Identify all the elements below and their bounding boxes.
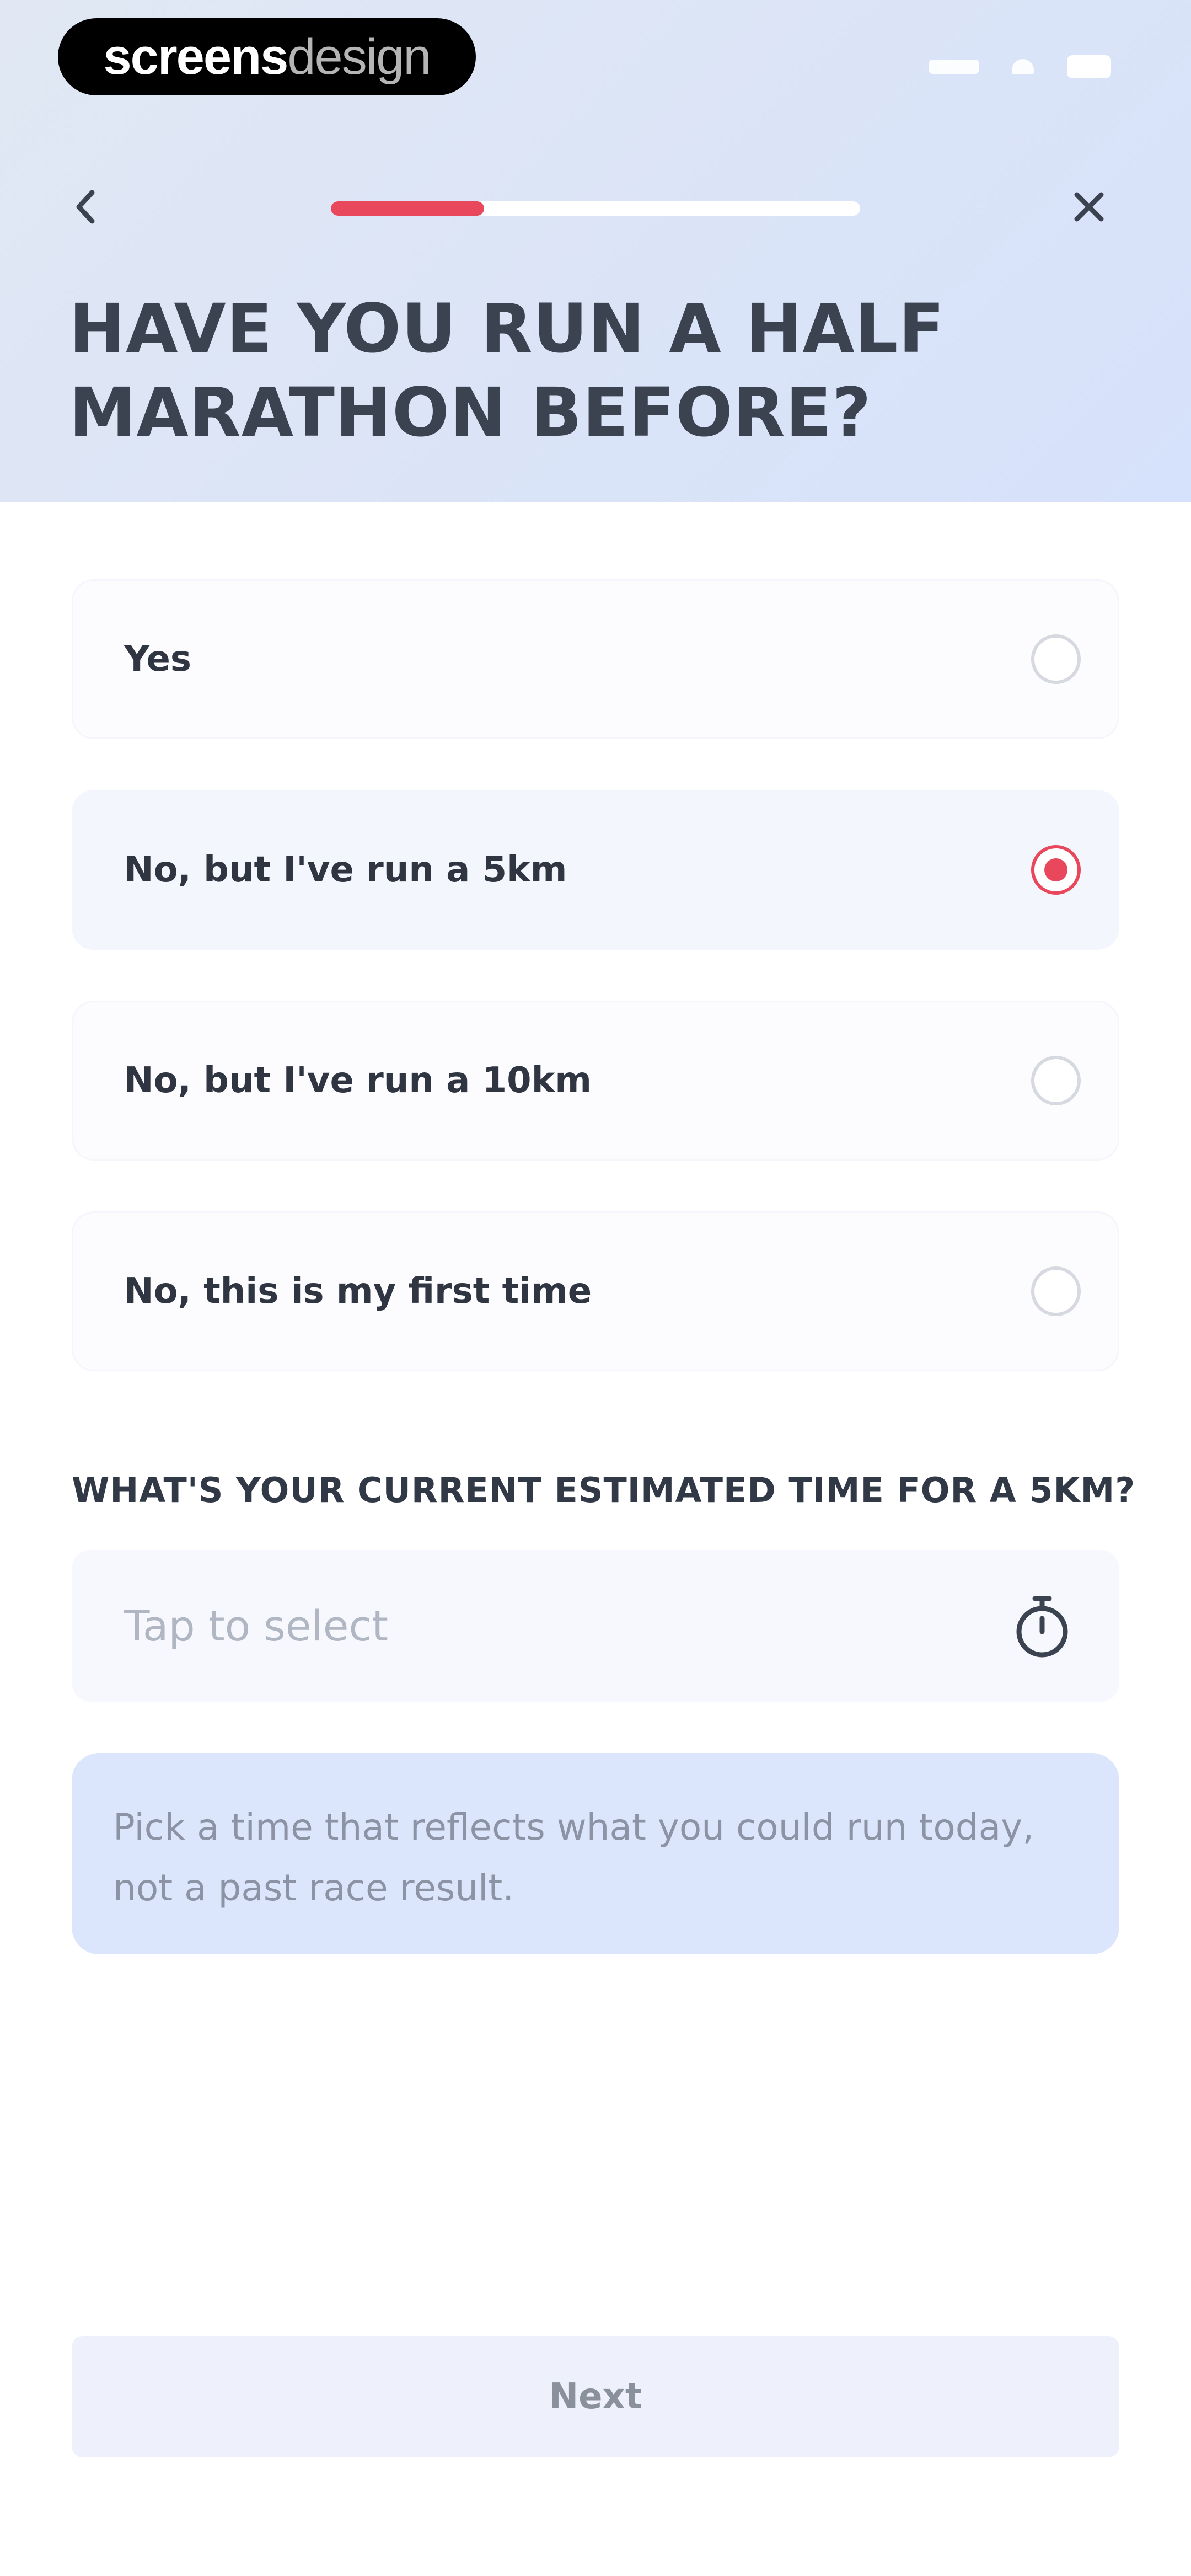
radio-button[interactable] — [1031, 1056, 1081, 1105]
stopwatch-icon — [1009, 1593, 1075, 1659]
radio-button[interactable] — [1031, 845, 1081, 895]
page-title: HAVE YOU RUN A HALF MARATHON BEFORE? — [69, 290, 945, 452]
brand-part-1: screens — [103, 28, 289, 85]
radio-button[interactable] — [1031, 634, 1081, 684]
progress-fill — [331, 201, 485, 216]
options-list: Yes No, but I've run a 5km No, but I've … — [72, 579, 1119, 1422]
time-select-field[interactable]: Tap to select — [72, 1550, 1119, 1702]
option-label: Yes — [124, 639, 191, 680]
signal-icon — [929, 60, 979, 74]
brand-watermark: screens design — [58, 18, 476, 95]
option-first-time[interactable]: No, this is my first time — [72, 1211, 1119, 1371]
screen: screens design HAVE YOU RUN A HALF MARATH… — [0, 0, 1191, 2576]
option-5km[interactable]: No, but I've run a 5km — [72, 790, 1119, 950]
option-10km[interactable]: No, but I've run a 10km — [72, 1001, 1119, 1161]
radio-selected-dot — [1044, 858, 1067, 881]
progress-bar — [331, 201, 860, 216]
brand-part-2: design — [287, 28, 431, 85]
time-question-label: WHAT'S YOUR CURRENT ESTIMATED TIME FOR A… — [72, 1470, 1136, 1510]
option-label: No, but I've run a 10km — [124, 1060, 592, 1101]
option-label: No, but I've run a 5km — [124, 849, 567, 890]
chevron-left-icon — [76, 190, 95, 224]
radio-button[interactable] — [1031, 1266, 1081, 1316]
status-bar — [929, 55, 1111, 78]
battery-icon — [1067, 55, 1111, 78]
option-yes[interactable]: Yes — [72, 579, 1119, 739]
back-button[interactable] — [61, 177, 110, 237]
close-icon — [1074, 192, 1104, 222]
wifi-icon — [1012, 59, 1034, 74]
close-button[interactable] — [1064, 177, 1114, 237]
next-button[interactable]: Next — [72, 2336, 1119, 2457]
time-select-placeholder: Tap to select — [124, 1601, 389, 1650]
option-label: No, this is my first time — [124, 1271, 592, 1312]
hint-box: Pick a time that reflects what you could… — [72, 1753, 1119, 1954]
